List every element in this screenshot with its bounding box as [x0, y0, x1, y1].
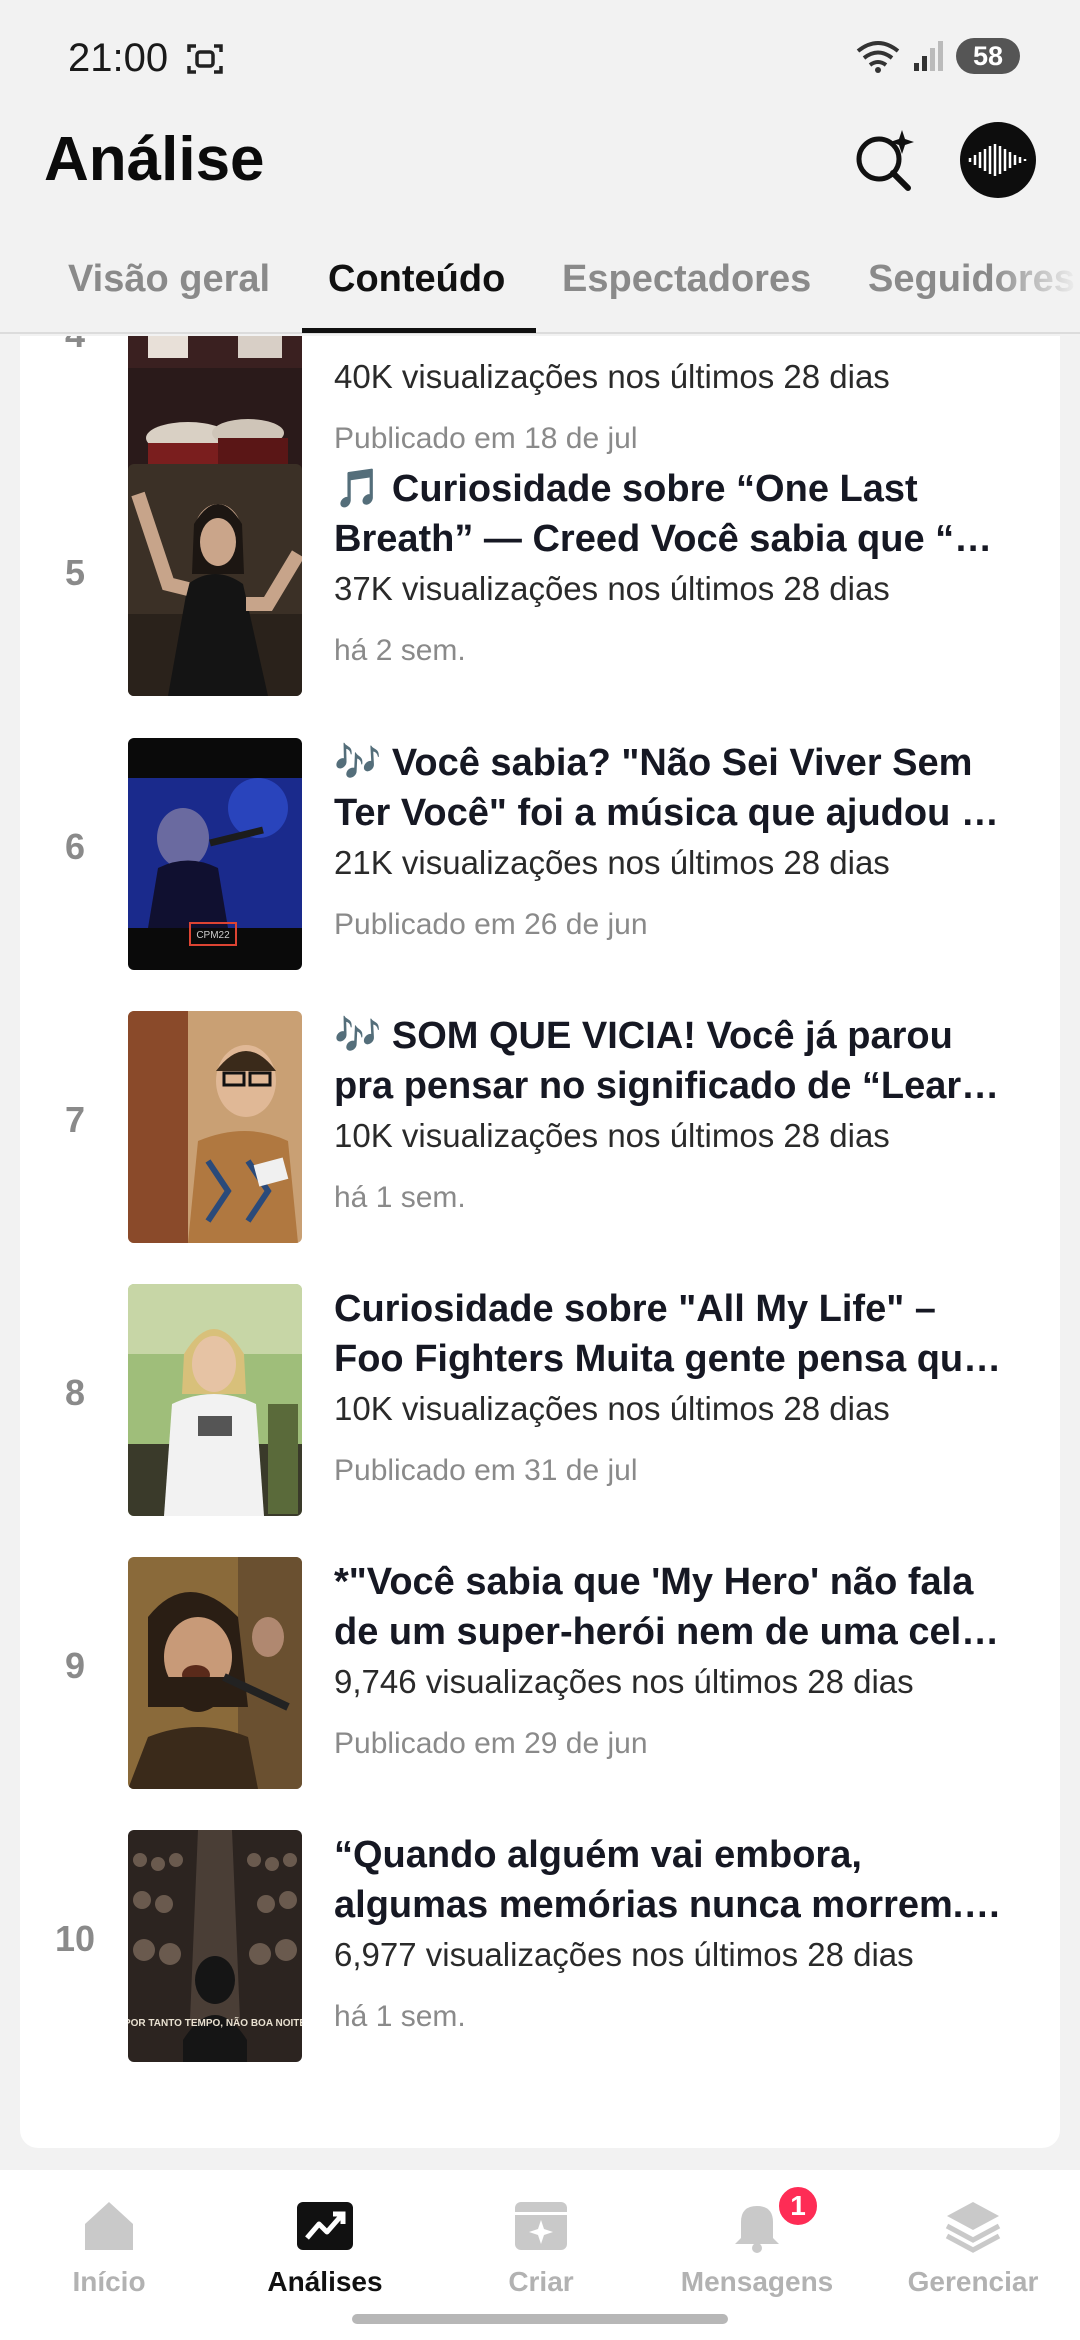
active-tab-indicator	[302, 328, 536, 333]
nav-label: Início	[72, 2266, 146, 2297]
nav-gerenciar[interactable]: Gerenciar	[878, 2198, 1068, 2298]
thumb-caption: POR TANTO TEMPO, NÃO BOA NOITE	[128, 2016, 302, 2029]
view-count: 10K visualizações nos últimos 28 dias	[334, 1117, 890, 1154]
screen-record-icon	[187, 44, 223, 74]
publish-date: Publicado em 26 de jun	[334, 908, 648, 941]
tab-espectadores[interactable]: Espectadores	[562, 258, 811, 301]
notification-badge: 1	[776, 2184, 820, 2228]
nav-mensagens[interactable]: 1 Mensagens	[662, 2184, 852, 2298]
nav-label: Análises	[267, 2266, 383, 2297]
publish-date: há 2 sem.	[334, 634, 466, 667]
view-count: 6,977 visualizações nos últimos 28 dias	[334, 1936, 914, 1973]
video-thumbnail[interactable]	[128, 1284, 302, 1516]
publish-date: há 1 sem.	[334, 2000, 466, 2033]
video-thumbnail[interactable]	[128, 464, 302, 696]
list-item[interactable]: 6 CPM22 🎶 Você sabia? "Não Sei Viver Sem…	[20, 738, 1060, 998]
tab-visao-geral[interactable]: Visão geral	[68, 258, 270, 301]
avatar-waveform-icon	[968, 144, 1027, 176]
home-icon	[85, 2202, 133, 2250]
list-item[interactable]: 9 *"Você sabia que 'My Hero' não fala de…	[20, 1557, 1060, 1817]
video-title[interactable]: Curiosidade sobre "All My Life" – Foo Fi…	[334, 1284, 1024, 1384]
tab-bar: Visão geral Conteúdo Espectadores Seguid…	[0, 240, 1080, 334]
view-count: 9,746 visualizações nos últimos 28 dias	[334, 1663, 914, 1700]
nav-label: Gerenciar	[907, 2266, 1039, 2297]
video-title-line: Curiosidade sobre "All My Life" –	[334, 1288, 936, 1330]
avatar[interactable]	[960, 122, 1036, 198]
video-title[interactable]: 🎶 SOM QUE VICIA! Você já parou pra pensa…	[334, 1011, 1024, 1111]
video-title-line: *"Você sabia que 'My Hero' não fala	[334, 1561, 974, 1603]
list-item[interactable]: 7 🎶 SOM QUE VICIA! Você já parou pra pen…	[20, 1011, 1060, 1271]
nav-label: Criar	[508, 2266, 574, 2297]
list-item[interactable]: 5 🎵 Curiosidade sobre “One Last Breath” …	[20, 464, 1060, 724]
video-thumbnail[interactable]	[128, 1011, 302, 1243]
video-title[interactable]: “Quando alguém vai embora, algumas memór…	[334, 1830, 1024, 1930]
nav-criar[interactable]: Criar	[446, 2198, 636, 2298]
create-icon	[515, 2202, 567, 2250]
video-title-line: “Quando alguém vai embora,	[334, 1834, 862, 1876]
video-title-line: pra pensar no significado de “Lear…	[334, 1065, 1000, 1107]
signal-icon	[914, 41, 943, 71]
view-count: 40K visualizações nos últimos 28 dias	[334, 358, 890, 395]
publish-date: Publicado em 29 de jun	[334, 1727, 648, 1760]
thumb-tag: CPM22	[196, 930, 230, 941]
list-item[interactable]: 4 40K visualizações nos últimos 28 dias …	[20, 336, 1060, 490]
rank-number: 5	[64, 552, 86, 593]
video-title-line: 🎶 SOM QUE VICIA! Você já parou	[334, 1015, 953, 1057]
video-thumbnail[interactable]	[128, 1557, 302, 1789]
status-bar: 21:00 58	[0, 0, 1080, 118]
view-count: 37K visualizações nos últimos 28 dias	[334, 570, 890, 607]
video-title[interactable]: 🎶 Você sabia? "Não Sei Viver Sem Ter Voc…	[334, 738, 1024, 838]
wifi-icon	[856, 41, 900, 73]
list-item[interactable]: 8 Curiosidade sobre "All My Life" – Foo …	[20, 1284, 1060, 1544]
rank-number: 4	[40, 336, 110, 356]
tab-fade	[990, 240, 1080, 332]
video-title-line: 🎶 Você sabia? "Não Sei Viver Sem	[334, 742, 973, 784]
screen: 21:00 58 Análise Visão geral Conteúdo Es…	[0, 0, 1080, 2340]
publish-date: Publicado em 31 de jul	[334, 1454, 638, 1487]
list-item[interactable]: 10 POR TANTO TEMPO, NÃO BOA NOITE “Quand…	[20, 1830, 1060, 2090]
tab-conteudo[interactable]: Conteúdo	[328, 258, 505, 301]
video-title-line: 🎵 Curiosidade sobre “One Last	[334, 468, 918, 510]
video-title[interactable]: *"Você sabia que 'My Hero' não fala de u…	[334, 1557, 1024, 1657]
video-title[interactable]: 🎵 Curiosidade sobre “One Last Breath” — …	[334, 464, 1024, 564]
video-thumbnail[interactable]: POR TANTO TEMPO, NÃO BOA NOITE	[128, 1830, 302, 2062]
analytics-icon	[297, 2202, 353, 2250]
view-count: 21K visualizações nos últimos 28 dias	[334, 844, 890, 881]
rank-number: 8	[64, 1372, 86, 1413]
nav-analises[interactable]: Análises	[230, 2198, 420, 2298]
rank-number: 7	[64, 1099, 86, 1140]
video-title-line: algumas memórias nunca morrem.…	[334, 1884, 1002, 1926]
rank-number: 10	[54, 1918, 96, 1959]
video-thumbnail[interactable]: CPM22	[128, 738, 302, 970]
search-sparkle-icon[interactable]	[852, 126, 918, 192]
video-title-line: de um super-herói nem de uma cel…	[334, 1611, 1000, 1653]
publish-date: há 1 sem.	[334, 1181, 466, 1214]
nav-label: Mensagens	[680, 2266, 834, 2297]
rank-number: 6	[64, 826, 86, 867]
home-indicator	[352, 2314, 728, 2324]
page-title: Análise	[44, 125, 265, 194]
nav-inicio[interactable]: Início	[14, 2198, 204, 2298]
video-title-line: Foo Fighters Muita gente pensa qu…	[334, 1338, 1002, 1380]
content-list: 4 40K visualizações nos últimos 28 dias …	[20, 336, 1060, 2148]
rank-number: 9	[64, 1645, 86, 1686]
publish-date: Publicado em 18 de jul	[334, 422, 638, 455]
layers-icon	[945, 2202, 1001, 2253]
status-icons: 58	[856, 38, 1020, 74]
battery-indicator: 58	[956, 38, 1020, 74]
status-time: 21:00	[68, 36, 169, 80]
video-title-line: Ter Você" foi a música que ajudou …	[334, 792, 999, 834]
video-title-line: Breath” — Creed Você sabia que “…	[334, 518, 993, 560]
view-count: 10K visualizações nos últimos 28 dias	[334, 1390, 890, 1427]
